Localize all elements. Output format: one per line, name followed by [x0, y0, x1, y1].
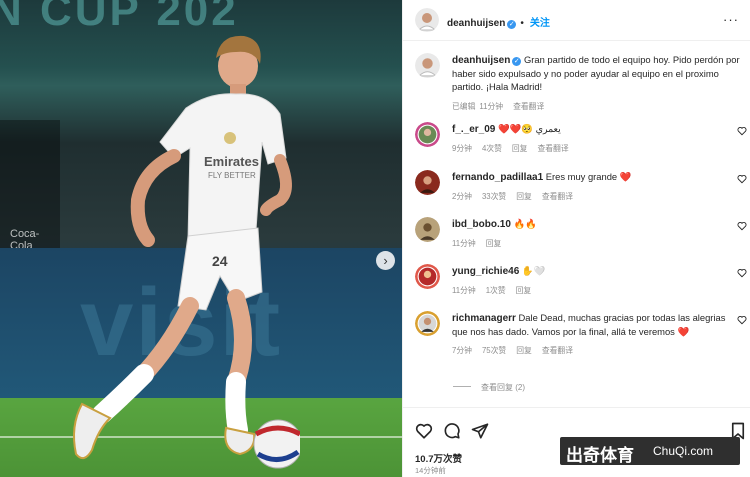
comment-avatar[interactable] — [415, 311, 440, 336]
likes-count[interactable]: 10.7万次赞 — [415, 451, 462, 465]
like-heart-icon[interactable] — [737, 315, 747, 325]
comment-time: 11分钟 — [452, 286, 476, 296]
watermark-en-text: ChuQi.com — [653, 444, 714, 458]
comment-bubble-icon[interactable] — [443, 422, 461, 440]
next-image-button[interactable]: › — [376, 251, 395, 270]
comment-avatar[interactable] — [415, 170, 440, 195]
comment-likes[interactable]: 1次赞 — [486, 286, 506, 295]
post-side-panel: deanhuijsen ✓ • 关注 ··· deanhuijsen ✓ Gran pa… — [402, 0, 750, 477]
comment-time: 11分钟 — [452, 239, 476, 249]
comment-text: ❤️❤️🥺 يعمري — [497, 123, 561, 134]
replies-divider — [453, 386, 471, 387]
like-heart-icon[interactable] — [737, 221, 747, 231]
post-timestamp: 14分钟前 — [415, 466, 446, 475]
like-heart-icon[interactable] — [415, 422, 433, 440]
caption-avatar[interactable] — [415, 53, 440, 78]
site-watermark: 出奇体育 ChuQi.com — [560, 437, 740, 466]
comment-reply-link[interactable]: 回复 — [516, 192, 532, 201]
post-header: deanhuijsen ✓ • 关注 ··· — [403, 0, 750, 41]
shirt-sponsor-text: Emirates — [204, 154, 259, 169]
comment-likes[interactable]: 4次赞 — [482, 144, 502, 153]
separator-dot: • — [520, 18, 524, 29]
shorts-number-text: 24 — [212, 253, 228, 269]
comment-username[interactable]: ibd_bobo.10 — [452, 219, 511, 230]
player-figure: Emirates FLY BETTER 24 — [73, 35, 300, 469]
comment-translate-link[interactable]: 查看翻译 — [542, 346, 573, 355]
comment-reply-link[interactable]: 回复 — [486, 239, 502, 248]
comment-likes[interactable]: 75次赞 — [482, 346, 506, 355]
comment-reply-link[interactable]: 回复 — [516, 286, 532, 295]
comment-translate-link[interactable]: 查看翻译 — [537, 144, 568, 153]
comment-text: Eres muy grande ❤️ — [545, 171, 632, 182]
comment-time: 2分钟 — [452, 192, 472, 202]
comment-reply-link[interactable]: 回复 — [516, 346, 532, 355]
caption-username[interactable]: deanhuijsen — [452, 55, 510, 66]
comment-username[interactable]: fernando_padillaa1 — [452, 172, 543, 183]
like-heart-icon[interactable] — [737, 268, 747, 278]
shirt-slogan-text: FLY BETTER — [208, 171, 256, 180]
caption-edited-label: 已编辑 — [452, 101, 476, 111]
comment-username[interactable]: richmanagerr — [452, 313, 516, 324]
comment-avatar[interactable] — [415, 122, 440, 147]
comment-reply-link[interactable]: 回复 — [512, 144, 528, 153]
author-line: deanhuijsen ✓ • 关注 — [447, 13, 550, 31]
post-photo[interactable]: N CUP 202 Coca-Cola visit Emirates FLY B… — [0, 0, 402, 477]
comment-username[interactable]: f_._er_09 — [452, 124, 495, 135]
comment-text: ✋🤍 — [521, 265, 546, 276]
verified-badge-icon: ✓ — [512, 57, 522, 66]
share-send-icon[interactable] — [471, 422, 489, 440]
author-avatar[interactable] — [415, 8, 439, 32]
comment-avatar[interactable] — [415, 217, 440, 242]
caption-time: 11分钟 — [479, 101, 504, 111]
watermark-cn-text: 出奇体育 — [566, 446, 634, 466]
more-options-icon[interactable]: ··· — [723, 12, 739, 27]
view-replies-label: 查看回复 (2) — [481, 383, 525, 392]
comment-time: 7分钟 — [452, 346, 472, 356]
author-username[interactable]: deanhuijsen — [447, 18, 505, 29]
caption-translate-link[interactable]: 查看翻译 — [513, 102, 544, 111]
comment-likes[interactable]: 33次赞 — [482, 192, 506, 201]
like-heart-icon[interactable] — [737, 126, 747, 136]
follow-button[interactable]: 关注 — [530, 18, 550, 29]
view-replies-link[interactable]: 查看回复 (2) — [453, 382, 525, 393]
comment-username[interactable]: yung_richie46 — [452, 266, 519, 277]
like-heart-icon[interactable] — [737, 174, 747, 184]
comment-avatar[interactable] — [415, 264, 440, 289]
verified-badge-icon: ✓ — [507, 20, 517, 29]
comment-text: 🔥🔥 — [513, 218, 537, 229]
comment-time: 9分钟 — [452, 144, 472, 154]
comment-translate-link[interactable]: 查看翻译 — [542, 192, 573, 201]
